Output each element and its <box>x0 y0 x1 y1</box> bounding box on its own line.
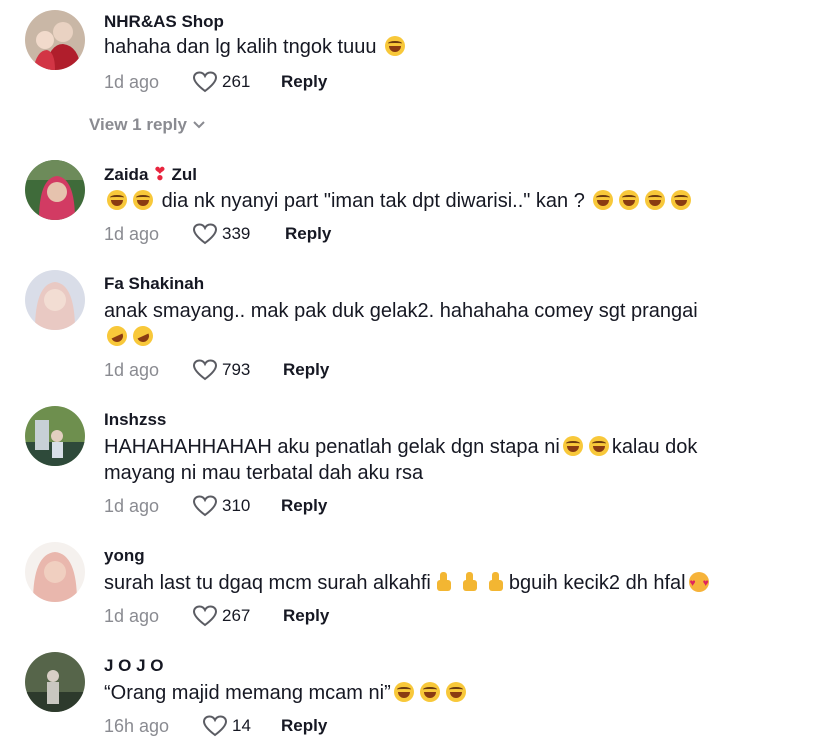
laughing-emoji-icon <box>588 436 609 456</box>
laughing-emoji-icon <box>671 190 692 210</box>
laughing-emoji-icon <box>133 190 153 210</box>
timestamp: 1d ago <box>104 606 160 626</box>
view-replies-label: View 1 reply <box>89 115 187 134</box>
avatar-image <box>25 270 85 330</box>
view-replies-button[interactable]: View 1 reply <box>89 115 205 135</box>
like-button[interactable]: 14 <box>202 714 251 738</box>
thumbs-up-icon <box>435 572 453 592</box>
avatar-image <box>25 406 85 466</box>
like-button[interactable]: 339 <box>192 222 250 246</box>
comment-text: “Orang majid memang mcam ni” <box>104 680 744 706</box>
timestamp: 1d ago <box>104 496 160 516</box>
avatar[interactable] <box>25 10 85 70</box>
comment-text-body: surah last tu dgaq mcm surah alkahfi <box>104 572 431 594</box>
like-count: 267 <box>222 606 251 625</box>
comment-meta: 1d ago 261 Reply <box>104 70 504 98</box>
comment-text-body: kalau dok <box>611 436 698 458</box>
comment-item: Inshzss HAHAHAHHAHAH aku penatlah gelak … <box>0 396 828 532</box>
timestamp: 1d ago <box>104 224 160 244</box>
smiling-face-with-hearts-icon <box>688 571 709 597</box>
heart-outline-icon <box>192 495 218 517</box>
comment-meta: 1d ago 267 Reply <box>104 604 504 632</box>
chevron-down-icon <box>193 121 205 129</box>
username[interactable]: yong <box>104 546 145 566</box>
rolling-laughing-emoji-icon <box>129 322 157 350</box>
comment-item: NHR&AS Shop hahaha dan lg kalih tngok tu… <box>0 0 828 140</box>
avatar[interactable] <box>25 652 85 712</box>
reply-button[interactable]: Reply <box>285 224 331 244</box>
comment-text-body: bguih kecik2 dh hfal <box>508 572 686 594</box>
like-button[interactable]: 261 <box>192 70 250 94</box>
laughing-emoji-icon <box>562 436 583 456</box>
comment-text-body: HAHAHAHHAHAH aku penatlah gelak dgn stap… <box>104 436 560 458</box>
timestamp: 16h ago <box>104 716 170 736</box>
comment-text: surah last tu dgaq mcm surah alkahfi bgui… <box>104 570 744 597</box>
comment-item: yong surah last tu dgaq mcm surah alkahf… <box>0 532 828 642</box>
comment-text-body: mayang ni mau terbatal dah aku rsa <box>104 462 424 484</box>
username-part: Zaida <box>104 165 149 184</box>
avatar-image <box>25 160 85 220</box>
like-button[interactable]: 310 <box>192 494 250 518</box>
thumbs-up-icon <box>487 572 505 592</box>
laughing-emoji-icon <box>619 190 640 210</box>
avatar-image <box>25 10 85 70</box>
laughing-emoji-icon <box>419 682 440 702</box>
reply-button[interactable]: Reply <box>281 72 327 92</box>
avatar[interactable] <box>25 160 85 220</box>
laughing-emoji-icon <box>393 682 414 702</box>
laughing-emoji-icon <box>385 36 406 56</box>
comment-meta: 16h ago 14 Reply <box>104 714 504 742</box>
username[interactable]: J O J O <box>104 656 164 676</box>
heart-outline-icon <box>192 605 218 627</box>
avatar[interactable] <box>25 406 85 466</box>
heart-outline-icon <box>192 359 218 381</box>
comment-item: J O J O “Orang majid memang mcam ni” 16h… <box>0 642 828 748</box>
comment-text-body: hahaha dan lg kalih tngok tuuu <box>104 36 377 58</box>
laughing-emoji-icon <box>445 682 466 702</box>
avatar-image <box>25 652 85 712</box>
comment-meta: 1d ago 310 Reply <box>104 494 504 522</box>
reply-button[interactable]: Reply <box>281 496 327 516</box>
heart-outline-icon <box>192 223 218 245</box>
comment-text: HAHAHAHHAHAH aku penatlah gelak dgn stap… <box>104 434 744 486</box>
reply-button[interactable]: Reply <box>283 606 329 626</box>
like-count: 339 <box>222 224 251 243</box>
heart-exclamation-icon: ❣ <box>152 164 168 184</box>
rolling-laughing-emoji-icon <box>103 322 131 350</box>
username[interactable]: Fa Shakinah <box>104 274 204 294</box>
like-count: 793 <box>222 360 251 379</box>
like-button[interactable]: 267 <box>192 604 250 628</box>
avatar[interactable] <box>25 542 85 602</box>
comment-text-body: “Orang majid memang mcam ni” <box>104 682 391 704</box>
heart-outline-icon <box>192 71 218 93</box>
username[interactable]: Inshzss <box>104 410 166 430</box>
heart-outline-icon <box>202 715 228 737</box>
username[interactable]: Zaida ❣ Zul <box>104 164 197 185</box>
like-button[interactable]: 793 <box>192 358 250 382</box>
comment-item: Zaida ❣ Zul dia nk nyanyi part "iman tak d… <box>0 150 828 260</box>
laughing-emoji-icon <box>645 190 666 210</box>
comment-item: Fa Shakinah anak smayang.. mak pak duk g… <box>0 260 828 396</box>
like-count: 310 <box>222 496 251 515</box>
comment-text-body: anak smayang.. mak pak duk gelak2. hahah… <box>104 300 698 322</box>
comment-meta: 1d ago 793 Reply <box>104 358 504 386</box>
reply-button[interactable]: Reply <box>281 716 327 736</box>
avatar[interactable] <box>25 270 85 330</box>
comment-text: hahaha dan lg kalih tngok tuuu <box>104 34 744 60</box>
username[interactable]: NHR&AS Shop <box>104 12 224 32</box>
laughing-emoji-icon <box>107 190 127 210</box>
like-count: 14 <box>232 716 251 735</box>
thumbs-up-icon <box>461 572 479 592</box>
comment-meta: 1d ago 339 Reply <box>104 222 504 250</box>
like-count: 261 <box>222 72 251 91</box>
reply-button[interactable]: Reply <box>283 360 329 380</box>
avatar-image <box>25 542 85 602</box>
timestamp: 1d ago <box>104 72 160 92</box>
comment-text-body: dia nk nyanyi part "iman tak dpt diwaris… <box>161 190 585 212</box>
username-part: Zul <box>171 165 198 184</box>
timestamp: 1d ago <box>104 360 160 380</box>
laughing-emoji-icon <box>593 190 614 210</box>
comment-text: dia nk nyanyi part "iman tak dpt diwaris… <box>104 188 744 214</box>
comment-text: anak smayang.. mak pak duk gelak2. hahah… <box>103 298 744 350</box>
